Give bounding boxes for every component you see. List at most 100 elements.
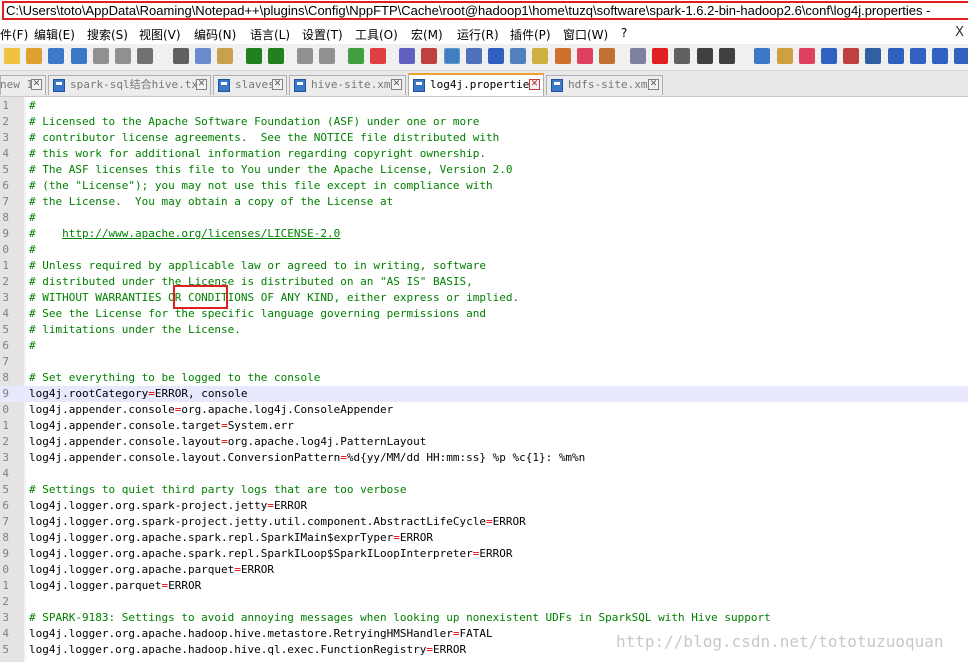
ftp-window-icon[interactable]: [776, 48, 793, 64]
token-comment: #: [29, 211, 36, 224]
tab-1[interactable]: spark-sql结合hive.txt ✕: [48, 75, 211, 95]
tab-0[interactable]: new 1 ✕: [0, 75, 46, 95]
token-eq: =: [426, 643, 433, 656]
indent-guide-icon[interactable]: [487, 48, 504, 64]
sync-vertical-icon[interactable]: [399, 48, 416, 64]
token-key: ERROR: [492, 515, 526, 528]
find-icon[interactable]: [297, 48, 314, 64]
tab-label: log4j.properties: [430, 78, 536, 91]
tab-label: hdfs-site.xml: [568, 78, 655, 91]
tab-close-icon[interactable]: ✕: [391, 79, 402, 90]
code-line: 2 # Licensed to the Apache Software Found…: [0, 114, 968, 130]
menu-item-10[interactable]: 插件(P): [510, 26, 551, 43]
code-line: 0 #: [0, 242, 968, 258]
tab-close-icon[interactable]: ✕: [529, 79, 540, 90]
tab-2[interactable]: slaves ✕: [213, 75, 287, 95]
open-file-icon[interactable]: [26, 48, 43, 64]
code-line: 7: [0, 354, 968, 370]
document-tab-bar: new 1 ✕ spark-sql结合hive.txt ✕ slaves ✕ hive-si…: [0, 71, 968, 97]
menu-item-2[interactable]: 搜索(S): [87, 26, 128, 43]
code-line: 2 log4j.appender.console.layout=org.apach…: [0, 434, 968, 450]
code-editor[interactable]: 1 #2 # Licensed to the Apache Software Fou…: [0, 97, 968, 662]
tab-close-icon[interactable]: ✕: [272, 79, 283, 90]
copy-icon[interactable]: [194, 48, 211, 64]
stop-record-icon[interactable]: [674, 48, 691, 64]
sync-horizontal-icon[interactable]: [421, 48, 438, 64]
line-number: 5: [2, 163, 9, 176]
nav-next-icon[interactable]: [954, 48, 968, 64]
menu-item-4[interactable]: 编码(N): [194, 26, 236, 43]
token-key: log4j.logger.org.apache.hadoop.hive.meta…: [29, 627, 453, 640]
new-file-icon[interactable]: [4, 48, 20, 64]
save-all-icon[interactable]: [70, 48, 87, 64]
line-text: log4j.appender.console=org.apache.log4j.…: [29, 402, 393, 418]
token-key: log4j.appender.console: [29, 403, 175, 416]
tab-close-icon[interactable]: ✕: [648, 79, 659, 90]
folder-workspace-icon[interactable]: [576, 48, 593, 64]
menu-item-9[interactable]: 运行(R): [457, 26, 499, 43]
show-all-chars-icon[interactable]: [465, 48, 482, 64]
list-icon[interactable]: [865, 48, 882, 64]
paste-icon[interactable]: [217, 48, 234, 64]
nav-down-icon[interactable]: [909, 48, 926, 64]
line-text: # contributor license agreements. See th…: [29, 130, 499, 146]
play-macro-icon[interactable]: [696, 48, 713, 64]
token-comment: # contributor license agreements. See th…: [29, 131, 500, 144]
print-icon[interactable]: [137, 48, 154, 64]
word-wrap-icon[interactable]: [443, 48, 460, 64]
tab-5[interactable]: hdfs-site.xml ✕: [546, 75, 663, 95]
line-number: 6: [2, 339, 9, 352]
menu-item-12[interactable]: ?: [621, 26, 627, 40]
redo-icon[interactable]: [268, 48, 285, 64]
line-text: # (the "License"); you may not use this …: [29, 178, 493, 194]
menu-item-1[interactable]: 编辑(E): [34, 26, 75, 43]
record-macro-icon[interactable]: [652, 48, 669, 64]
close-icon[interactable]: [92, 48, 109, 64]
close-document-icon[interactable]: X: [955, 25, 964, 40]
doc-map-icon[interactable]: [532, 48, 549, 64]
nav-up-icon[interactable]: [887, 48, 904, 64]
tab-close-icon[interactable]: ✕: [31, 79, 42, 90]
tab-close-icon[interactable]: ✕: [196, 79, 207, 90]
menu-item-6[interactable]: 设置(T): [302, 26, 343, 43]
token-comment: # this work for additional information r…: [29, 147, 486, 160]
compare-icon[interactable]: [843, 48, 860, 64]
user-lang-icon[interactable]: [510, 48, 527, 64]
menu-item-8[interactable]: 宏(M): [411, 26, 443, 43]
line-text: # limitations under the License.: [29, 322, 241, 338]
token-key: log4j.appender.console.layout: [29, 435, 222, 448]
zoom-out-icon[interactable]: [370, 48, 387, 64]
toolbar: [0, 44, 968, 71]
line-text: log4j.rootCategory=ERROR, console: [29, 386, 248, 402]
download-icon[interactable]: [820, 48, 837, 64]
heart-icon[interactable]: [798, 48, 815, 64]
cut-icon[interactable]: [172, 48, 189, 64]
save-icon[interactable]: [48, 48, 65, 64]
replace-icon[interactable]: [319, 48, 336, 64]
token-key: log4j.appender.console.layout.Conversion…: [29, 451, 341, 464]
line-number: 9: [2, 547, 9, 560]
line-text: # this work for additional information r…: [29, 146, 486, 162]
menu-item-0[interactable]: 件(F): [0, 26, 28, 43]
close-all-icon[interactable]: [115, 48, 131, 64]
tab-4[interactable]: log4j.properties ✕: [408, 73, 544, 96]
menu-item-7[interactable]: 工具(O): [355, 26, 398, 43]
zoom-in-icon[interactable]: [348, 48, 365, 64]
undo-icon[interactable]: [245, 48, 262, 64]
save-macro-icon[interactable]: [754, 48, 771, 64]
menu-item-5[interactable]: 语言(L): [250, 26, 290, 43]
token-comment: # the License. You may obtain a copy of …: [29, 195, 394, 208]
run-macro-multiple-icon[interactable]: [718, 48, 735, 64]
function-list-icon[interactable]: [554, 48, 571, 64]
monitor-icon[interactable]: [598, 48, 615, 64]
eye-icon[interactable]: [630, 48, 647, 64]
menu-item-11[interactable]: 窗口(W): [563, 26, 608, 43]
line-text: # http://www.apache.org/licenses/LICENSE…: [29, 226, 340, 242]
nav-prev-icon[interactable]: [931, 48, 948, 64]
tab-3[interactable]: hive-site.xml ✕: [289, 75, 406, 95]
menu-item-3[interactable]: 视图(V): [139, 26, 181, 43]
code-line: 1 # Unless required by applicable law or …: [0, 258, 968, 274]
token-url[interactable]: http://www.apache.org/licenses/LICENSE-2…: [62, 227, 340, 240]
token-eq: =: [340, 451, 347, 464]
line-number: 9: [2, 227, 9, 240]
